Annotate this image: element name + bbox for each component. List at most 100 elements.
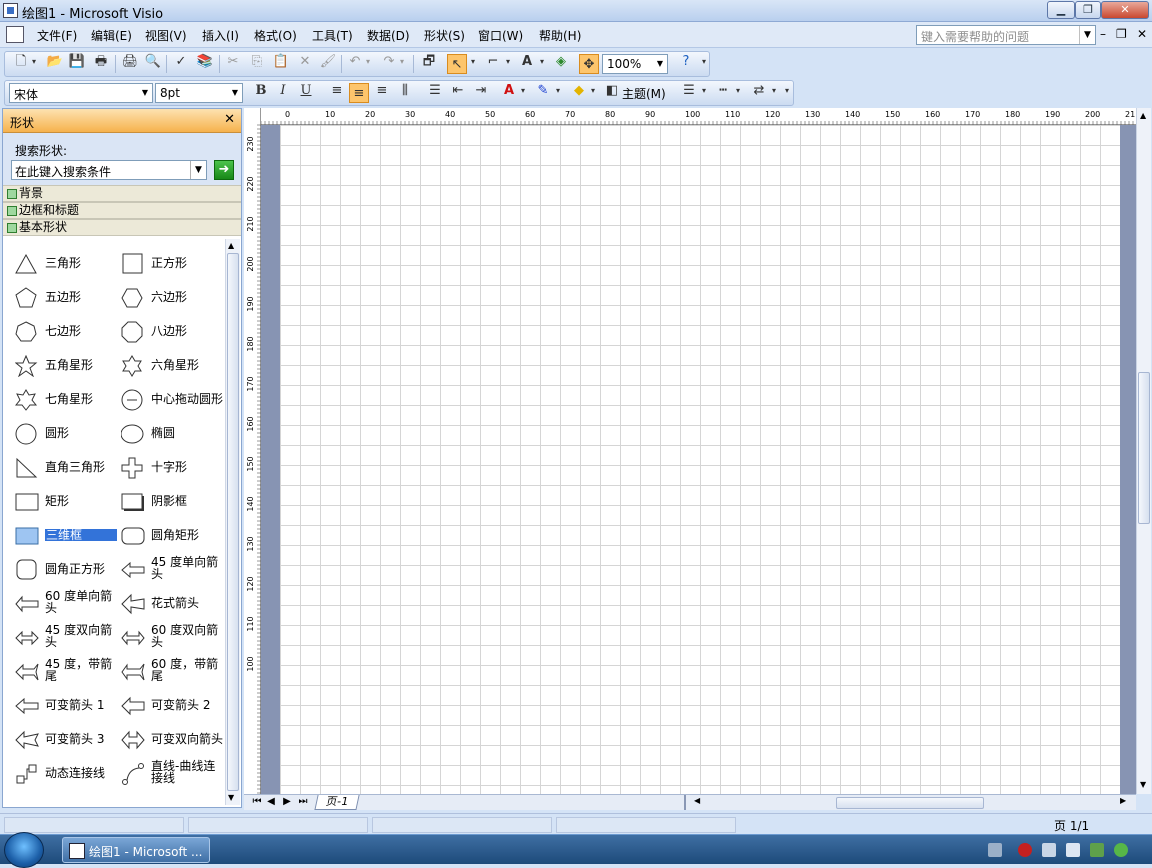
menu-data[interactable]: 数据(D) xyxy=(367,27,410,44)
chevron-down-icon[interactable]: ▼ xyxy=(1079,26,1095,44)
menu-tools[interactable]: 工具(T) xyxy=(312,27,353,44)
chevron-down-icon[interactable]: ▾ xyxy=(769,81,779,101)
shape-item[interactable]: 七边形 xyxy=(7,317,117,347)
page-tab-1[interactable]: 页-1 xyxy=(314,795,360,810)
font-select[interactable]: 宋体 ▼ xyxy=(9,83,153,103)
chevron-down-icon[interactable]: ▾ xyxy=(699,81,709,101)
underline-icon[interactable]: U xyxy=(296,81,316,101)
help-icon[interactable]: ? xyxy=(676,52,696,72)
decrease-indent-icon[interactable]: ⇤ xyxy=(448,81,468,101)
shape-item[interactable]: 45 度双向箭头 xyxy=(7,623,117,653)
menu-file[interactable]: 文件(F) xyxy=(37,27,77,44)
cut-icon[interactable]: ✂ xyxy=(223,52,243,72)
shape-item[interactable]: 直线-曲线连接线 xyxy=(113,759,223,789)
menu-help[interactable]: 帮助(H) xyxy=(539,27,581,44)
chevron-down-icon[interactable]: ▼ xyxy=(138,84,152,102)
menu-shape[interactable]: 形状(S) xyxy=(424,27,465,44)
document-icon[interactable] xyxy=(6,26,24,43)
chevron-down-icon[interactable]: ▾ xyxy=(733,81,743,101)
drawing-page[interactable] xyxy=(280,125,1120,794)
shape-item[interactable]: 三角形 xyxy=(7,249,117,279)
shape-item[interactable]: 45 度单向箭头 xyxy=(113,555,223,585)
font-color-icon[interactable]: A xyxy=(499,81,519,101)
chevron-down-icon[interactable]: ▾ xyxy=(29,52,39,72)
horizontal-scrollbar[interactable]: ◀ ▶ xyxy=(688,796,1128,810)
theme-icon[interactable]: ◧ xyxy=(602,81,622,101)
research-icon[interactable]: 📚 xyxy=(195,52,215,72)
search-go-icon[interactable]: ➜ xyxy=(214,160,234,180)
new-icon[interactable]: 🗋 xyxy=(11,52,31,72)
shape-item[interactable]: 45 度，带箭尾 xyxy=(7,657,117,687)
format-painter-icon[interactable]: 🖌 xyxy=(318,52,338,72)
toolbar-options-icon[interactable]: ▾ xyxy=(699,52,709,72)
redo-icon[interactable]: ↷ xyxy=(379,52,399,72)
stamp-tool-icon[interactable]: ◈ xyxy=(551,52,571,72)
paste-icon[interactable]: 📋 xyxy=(271,52,291,72)
menu-edit[interactable]: 编辑(E) xyxy=(91,27,132,44)
flag-icon[interactable] xyxy=(1090,843,1104,857)
shape-item[interactable]: 圆角矩形 xyxy=(113,521,223,551)
chevron-down-icon[interactable]: ▼ xyxy=(653,55,667,73)
help-search-input[interactable]: 键入需要帮助的问题 ▼ xyxy=(916,25,1096,45)
shape-item[interactable]: 可变箭头 1 xyxy=(7,691,117,721)
search-input[interactable]: 在此键入搜索条件 ▼ xyxy=(11,160,207,180)
shape-item[interactable]: 60 度双向箭头 xyxy=(113,623,223,653)
line-pattern-icon[interactable]: ┅ xyxy=(713,81,733,101)
shape-item[interactable]: 直角三角形 xyxy=(7,453,117,483)
chevron-down-icon[interactable]: ▾ xyxy=(397,52,407,72)
shape-item[interactable]: 六角星形 xyxy=(113,351,223,381)
shape-item[interactable]: 矩形 xyxy=(7,487,117,517)
doc-restore-button[interactable]: ❐ xyxy=(1116,27,1127,41)
shape-item[interactable]: 圆形 xyxy=(7,419,117,449)
scroll-right-icon[interactable]: ▶ xyxy=(1120,796,1126,805)
chevron-down-icon[interactable]: ▾ xyxy=(588,81,598,101)
shape-item[interactable]: 花式箭头 xyxy=(113,589,223,619)
italic-icon[interactable]: I xyxy=(273,81,293,101)
pan-zoom-icon[interactable]: ✥ xyxy=(579,54,599,74)
theme-button[interactable]: 主题(M) xyxy=(622,85,666,102)
shapes-window-icon[interactable]: 🗗 xyxy=(419,52,439,72)
line-color-icon[interactable]: ✎ xyxy=(533,81,553,101)
volume-icon[interactable] xyxy=(1066,843,1080,857)
font-size-select[interactable]: 8pt ▼ xyxy=(155,83,243,103)
shapes-scrollbar[interactable]: ▲ ▼ xyxy=(225,239,240,805)
chevron-down-icon[interactable]: ▾ xyxy=(518,81,528,101)
scroll-left-icon[interactable]: ◀ xyxy=(694,796,700,805)
undo-icon[interactable]: ↶ xyxy=(345,52,365,72)
shape-item[interactable]: 60 度单向箭头 xyxy=(7,589,117,619)
keyboard-icon[interactable] xyxy=(988,843,1002,857)
doc-minimize-button[interactable]: – xyxy=(1100,27,1106,41)
line-ends-icon[interactable]: ⇄ xyxy=(749,81,769,101)
next-page-icon[interactable]: ▶ xyxy=(280,796,294,807)
print-icon[interactable]: 🖨 xyxy=(120,52,140,72)
shape-item[interactable]: 六边形 xyxy=(113,283,223,313)
minimize-button[interactable]: ▁ xyxy=(1047,1,1075,19)
chevron-down-icon[interactable]: ▼ xyxy=(228,84,242,102)
chevron-down-icon[interactable]: ▾ xyxy=(503,52,513,72)
shape-item[interactable]: 五边形 xyxy=(7,283,117,313)
align-center-icon[interactable]: ≡ xyxy=(349,83,369,103)
security-icon[interactable] xyxy=(1018,843,1032,857)
chevron-down-icon[interactable]: ▾ xyxy=(363,52,373,72)
doc-close-button[interactable]: ✕ xyxy=(1137,27,1147,41)
scroll-thumb[interactable] xyxy=(836,797,984,809)
toolbar-options-icon[interactable]: ▾ xyxy=(782,81,792,101)
pointer-tool-icon[interactable]: ↖ xyxy=(447,54,467,74)
restore-button[interactable]: ❐ xyxy=(1075,1,1101,19)
drawing-canvas[interactable] xyxy=(261,125,1136,794)
shape-item[interactable]: 五角星形 xyxy=(7,351,117,381)
align-right-icon[interactable]: ≡ xyxy=(372,81,392,101)
spelling-icon[interactable]: ✓ xyxy=(171,52,191,72)
menu-insert[interactable]: 插入(I) xyxy=(202,27,239,44)
shape-item[interactable]: 七角星形 xyxy=(7,385,117,415)
shape-item[interactable]: 可变箭头 3 xyxy=(7,725,117,755)
increase-indent-icon[interactable]: ⇥ xyxy=(471,81,491,101)
menu-format[interactable]: 格式(O) xyxy=(254,27,297,44)
stencil-background[interactable]: 背景 xyxy=(3,185,241,202)
stencil-basic-shapes[interactable]: 基本形状 xyxy=(3,219,241,236)
connector-tool-icon[interactable]: ⌐ xyxy=(483,52,503,72)
start-button[interactable] xyxy=(4,832,44,868)
shape-item[interactable]: 中心拖动圆形 xyxy=(113,385,223,415)
shape-item[interactable]: 动态连接线 xyxy=(7,759,117,789)
shape-item[interactable]: 阴影框 xyxy=(113,487,223,517)
